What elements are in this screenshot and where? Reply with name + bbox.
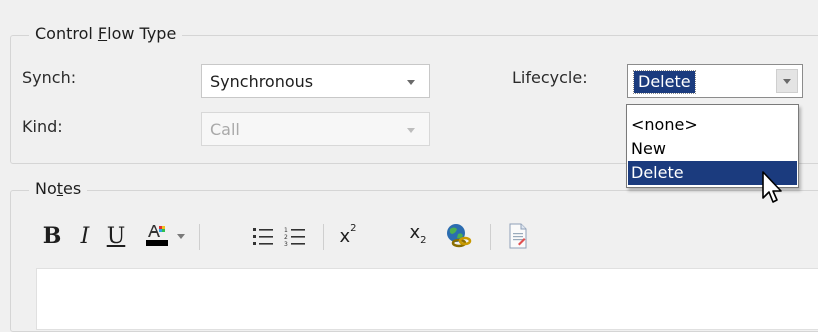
svg-text:2: 2 bbox=[284, 234, 288, 241]
synch-value: Synchronous bbox=[210, 72, 314, 91]
title-part: Control bbox=[35, 24, 98, 43]
font-color-button[interactable] bbox=[140, 216, 172, 256]
title-hotkey: F bbox=[97, 24, 108, 43]
subscript-sub: 2 bbox=[420, 234, 427, 246]
lifecycle-value: Delete bbox=[633, 70, 696, 94]
font-color-icon bbox=[146, 225, 168, 246]
toolbar-separator bbox=[199, 224, 200, 250]
mouse-pointer-icon bbox=[762, 171, 782, 203]
numbered-list-icon: 1 2 3 bbox=[284, 227, 305, 247]
subscript-base: x bbox=[409, 221, 421, 243]
kind-value: Call bbox=[210, 120, 240, 139]
chevron-down-icon bbox=[177, 233, 185, 239]
underline-button[interactable]: U bbox=[102, 216, 130, 256]
subscript-button[interactable]: x2 bbox=[402, 216, 434, 256]
chevron-down-icon bbox=[407, 128, 415, 133]
notes-title: Notes bbox=[29, 179, 88, 199]
font-color-dropdown[interactable] bbox=[174, 216, 188, 256]
synch-combo[interactable]: Synchronous bbox=[201, 64, 430, 98]
svg-text:1: 1 bbox=[284, 227, 288, 234]
bold-label: B bbox=[42, 223, 62, 249]
title-part: low Type bbox=[107, 24, 177, 43]
superscript-exp: 2 bbox=[350, 222, 357, 234]
document-icon bbox=[509, 223, 527, 249]
document-button[interactable] bbox=[504, 216, 532, 256]
control-flow-type-title: Control Flow Type bbox=[29, 24, 183, 44]
chevron-down-icon bbox=[407, 80, 415, 85]
hyperlink-globe-icon bbox=[447, 224, 472, 248]
title-part: No bbox=[35, 179, 57, 198]
hyperlink-button[interactable] bbox=[443, 216, 473, 256]
svg-text:3: 3 bbox=[284, 241, 288, 247]
italic-button[interactable]: I bbox=[72, 216, 98, 256]
notes-editor[interactable] bbox=[36, 268, 818, 330]
italic-label: I bbox=[80, 223, 90, 249]
superscript-button[interactable]: x2 bbox=[334, 216, 362, 256]
lifecycle-dropdown-button[interactable] bbox=[776, 69, 798, 93]
bold-button[interactable]: B bbox=[38, 216, 66, 256]
bulleted-list-button[interactable] bbox=[248, 216, 278, 256]
title-part: es bbox=[63, 179, 82, 198]
lifecycle-label: Lifecycle: bbox=[512, 68, 588, 87]
underline-label: U bbox=[106, 223, 126, 249]
chevron-down-icon bbox=[783, 79, 791, 84]
lifecycle-option-new[interactable]: New bbox=[628, 137, 797, 161]
kind-label: Kind: bbox=[22, 117, 63, 136]
bulleted-list-icon bbox=[253, 228, 273, 245]
lifecycle-option-none[interactable]: <none> bbox=[628, 113, 797, 137]
toolbar-separator bbox=[490, 224, 491, 250]
kind-combo[interactable]: Call bbox=[201, 112, 430, 146]
synch-label: Synch: bbox=[22, 68, 77, 87]
toolbar-separator bbox=[323, 224, 324, 250]
lifecycle-combo[interactable]: Delete bbox=[627, 64, 803, 98]
superscript-base: x bbox=[339, 225, 351, 247]
numbered-list-button[interactable]: 1 2 3 bbox=[280, 216, 310, 256]
